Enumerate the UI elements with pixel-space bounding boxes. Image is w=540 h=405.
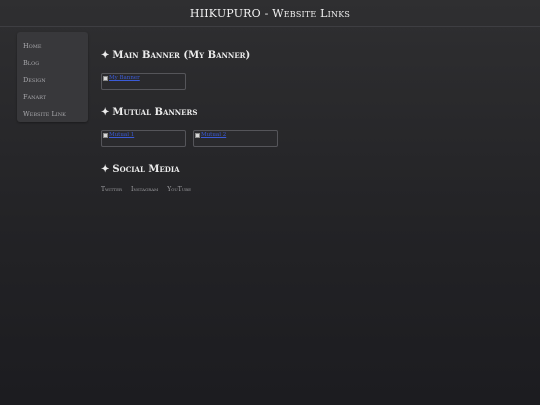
sidebar-item-blog[interactable]: Blog	[17, 55, 88, 72]
main-banner-title: Main Banner (My Banner)	[112, 50, 251, 61]
main-banner-heading: ✦ Main Banner (My Banner)	[101, 48, 250, 64]
star-icon: ✦	[101, 50, 110, 61]
sidebar-item-fanart[interactable]: Fanart	[17, 89, 88, 106]
broken-image: Mutual 1	[103, 132, 134, 138]
broken-image: Mutual 2	[195, 132, 226, 138]
star-icon: ✦	[101, 107, 110, 118]
main-banner-section: ✦ Main Banner (My Banner) My Banner	[101, 48, 250, 90]
broken-image-icon	[195, 132, 200, 138]
banner-alt-text: Mutual 2	[201, 132, 227, 138]
social-media-section: ✦ Social Media Twitter Instagram YouTube	[101, 162, 191, 193]
page-title: HIIKUPURO - Website Links	[189, 6, 351, 20]
mutual-banner-2-link[interactable]: Mutual 2	[193, 130, 278, 147]
youtube-link[interactable]: YouTube	[167, 186, 191, 193]
my-banner-link[interactable]: My Banner	[101, 73, 186, 90]
sidebar-item-home[interactable]: Home	[17, 38, 88, 55]
sidebar-nav: Home Blog Design Fanart Website Link	[17, 32, 88, 122]
social-media-title: Social Media	[112, 164, 180, 175]
site-header: HIIKUPURO - Website Links	[0, 0, 540, 27]
sidebar-item-design[interactable]: Design	[17, 72, 88, 89]
mutual-banners-title: Mutual Banners	[112, 107, 198, 118]
social-media-heading: ✦ Social Media	[101, 162, 191, 178]
social-links: Twitter Instagram YouTube	[101, 186, 191, 193]
mutual-banners-heading: ✦ Mutual Banners	[101, 105, 278, 121]
broken-image-icon	[103, 75, 108, 81]
banner-alt-text: Mutual 1	[109, 132, 135, 138]
main-banner-row: My Banner	[101, 73, 250, 90]
mutual-banners-row: Mutual 1 Mutual 2	[101, 130, 278, 147]
sidebar-item-website-link[interactable]: Website Link	[17, 106, 88, 123]
instagram-link[interactable]: Instagram	[131, 186, 158, 193]
mutual-banners-section: ✦ Mutual Banners Mutual 1 Mutual 2	[101, 105, 278, 147]
twitter-link[interactable]: Twitter	[101, 186, 122, 193]
star-icon: ✦	[101, 164, 110, 175]
mutual-banner-1-link[interactable]: Mutual 1	[101, 130, 186, 147]
banner-alt-text: My Banner	[109, 75, 140, 81]
broken-image: My Banner	[103, 75, 140, 81]
broken-image-icon	[103, 132, 108, 138]
